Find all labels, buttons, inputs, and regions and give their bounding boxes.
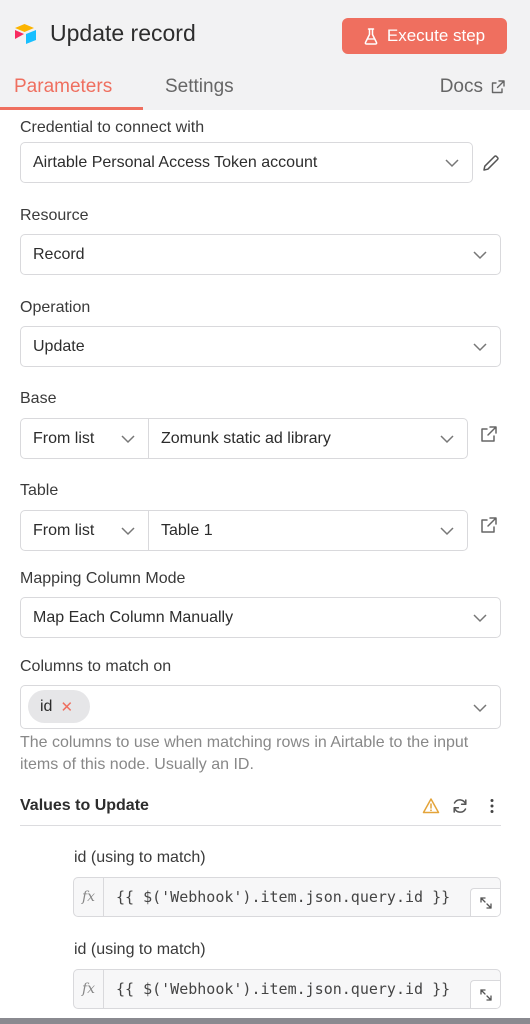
chevron-down-icon: [445, 159, 459, 168]
warning-icon[interactable]: [422, 797, 440, 815]
expression-value[interactable]: {{ $('Webhook').item.json.query.id }}: [104, 970, 500, 1008]
resource-label: Resource: [20, 207, 89, 224]
expression-input[interactable]: fx {{ $('Webhook').item.json.query.id }}: [73, 969, 501, 1009]
operation-label: Operation: [20, 299, 91, 316]
refresh-icon[interactable]: [451, 797, 469, 815]
chevron-down-icon: [440, 435, 454, 444]
node-title: Update record: [50, 20, 196, 46]
expand-icon: [479, 988, 492, 1001]
more-vertical-icon[interactable]: [483, 797, 501, 815]
node-header: Update record Execute step Parameters Se…: [0, 0, 530, 110]
tab-settings[interactable]: Settings: [165, 76, 234, 98]
chevron-down-icon: [121, 527, 135, 536]
table-value: Table 1: [161, 521, 213, 539]
chip-label: id: [40, 697, 53, 715]
credential-select[interactable]: Airtable Personal Access Token account: [20, 142, 473, 183]
fx-icon: fx: [74, 878, 104, 916]
base-value: Zomunk static ad library: [161, 429, 331, 447]
execute-step-button[interactable]: Execute step: [342, 18, 507, 54]
remove-chip-icon[interactable]: ✕: [60, 698, 73, 716]
mapping-mode-select[interactable]: Map Each Column Manually: [20, 597, 501, 638]
chevron-down-icon: [473, 614, 487, 623]
external-link-icon[interactable]: [480, 516, 498, 534]
credential-value: Airtable Personal Access Token account: [33, 153, 318, 171]
tab-bar: Parameters Settings Docs: [0, 72, 530, 110]
tab-parameters[interactable]: Parameters: [14, 76, 112, 98]
field-label: id (using to match): [74, 941, 206, 958]
expand-editor-button[interactable]: [470, 888, 500, 916]
section-divider: [20, 825, 501, 826]
chevron-down-icon: [473, 251, 487, 260]
operation-select[interactable]: Update: [20, 326, 501, 367]
table-value-select[interactable]: Table 1: [149, 511, 467, 550]
resource-value: Record: [33, 245, 85, 263]
active-tab-indicator: [0, 107, 143, 110]
expression-value[interactable]: {{ $('Webhook').item.json.query.id }}: [104, 878, 500, 916]
flask-icon: [364, 27, 378, 45]
expand-editor-button[interactable]: [470, 980, 500, 1008]
chevron-down-icon: [473, 343, 487, 352]
docs-link[interactable]: Docs: [440, 76, 505, 98]
table-locator: From list Table 1: [20, 510, 468, 551]
mapping-mode-value: Map Each Column Manually: [33, 608, 234, 626]
chevron-down-icon: [121, 435, 135, 444]
chevron-down-icon: [473, 704, 487, 713]
field-label: id (using to match): [74, 849, 206, 866]
pencil-icon[interactable]: [481, 153, 501, 173]
table-mode-select[interactable]: From list: [21, 511, 149, 550]
expression-input[interactable]: fx {{ $('Webhook').item.json.query.id }}: [73, 877, 501, 917]
base-locator: From list Zomunk static ad library: [20, 418, 468, 459]
docs-label: Docs: [439, 76, 483, 97]
base-value-select[interactable]: Zomunk static ad library: [149, 419, 467, 458]
mapping-mode-label: Mapping Column Mode: [20, 570, 186, 587]
credential-label: Credential to connect with: [20, 119, 205, 136]
columns-to-match-hint: The columns to use when matching rows in…: [20, 734, 469, 773]
base-mode-select[interactable]: From list: [21, 419, 149, 458]
table-mode-value: From list: [33, 521, 95, 539]
columns-to-match-label: Columns to match on: [20, 658, 172, 675]
table-label: Table: [20, 482, 59, 499]
columns-to-match-select[interactable]: [20, 685, 501, 729]
values-to-update-title: Values to Update: [20, 797, 149, 814]
airtable-logo-icon: [15, 24, 36, 44]
resource-select[interactable]: Record: [20, 234, 501, 275]
external-link-icon: [491, 80, 505, 94]
base-label: Base: [20, 390, 57, 407]
chevron-down-icon: [440, 527, 454, 536]
operation-value: Update: [33, 337, 85, 355]
panel-bottom-edge: [0, 1018, 530, 1024]
external-link-icon[interactable]: [480, 425, 498, 443]
fx-icon: fx: [74, 970, 104, 1008]
column-chip-id: id ✕: [28, 690, 90, 723]
execute-step-label: Execute step: [386, 26, 486, 45]
expand-icon: [479, 896, 492, 909]
base-mode-value: From list: [33, 429, 95, 447]
